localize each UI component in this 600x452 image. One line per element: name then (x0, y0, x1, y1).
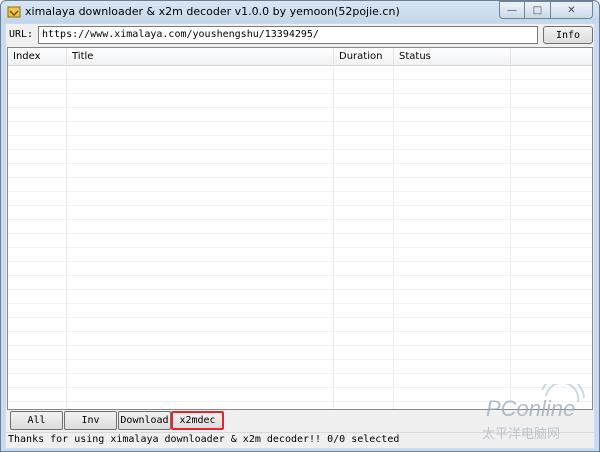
download-button[interactable]: Download (118, 411, 171, 430)
status-bar: Thanks for using ximalaya downloader & x… (6, 432, 594, 448)
column-header-status[interactable]: Status (394, 48, 511, 66)
minimize-button[interactable]: — (499, 1, 525, 19)
client-area: URL: https://www.ximalaya.com/youshengsh… (6, 24, 594, 448)
select-all-button[interactable]: All (10, 411, 63, 430)
close-button[interactable]: ✕ (551, 1, 593, 19)
column-divider (66, 66, 67, 409)
info-button[interactable]: Info (543, 26, 593, 44)
column-divider (510, 66, 511, 409)
window-title: ximalaya downloader & x2m decoder v1.0.0… (25, 5, 400, 18)
app-icon (7, 6, 21, 18)
list-header: Index Title Duration Status (8, 48, 592, 66)
x2mdec-button[interactable]: x2mdec (171, 411, 224, 430)
column-header-title[interactable]: Title (67, 48, 334, 66)
title-bar[interactable]: ximalaya downloader & x2m decoder v1.0.0… (1, 1, 599, 23)
list-rows (8, 66, 592, 409)
app-window: ximalaya downloader & x2m decoder v1.0.0… (0, 0, 600, 452)
track-list[interactable]: Index Title Duration Status (7, 47, 593, 410)
maximize-button[interactable]: □ (525, 1, 551, 19)
selection-count: 0/0 selected (327, 434, 400, 445)
url-label: URL: (9, 29, 34, 40)
column-header-duration[interactable]: Duration (334, 48, 394, 66)
caption-buttons: — □ ✕ (499, 1, 593, 19)
url-input[interactable]: https://www.ximalaya.com/youshengshu/133… (38, 26, 538, 44)
status-message: Thanks for using ximalaya downloader & x… (8, 434, 322, 445)
column-divider (393, 66, 394, 409)
column-divider (333, 66, 334, 409)
invert-selection-button[interactable]: Inv (64, 411, 117, 430)
column-header-index[interactable]: Index (8, 48, 67, 66)
